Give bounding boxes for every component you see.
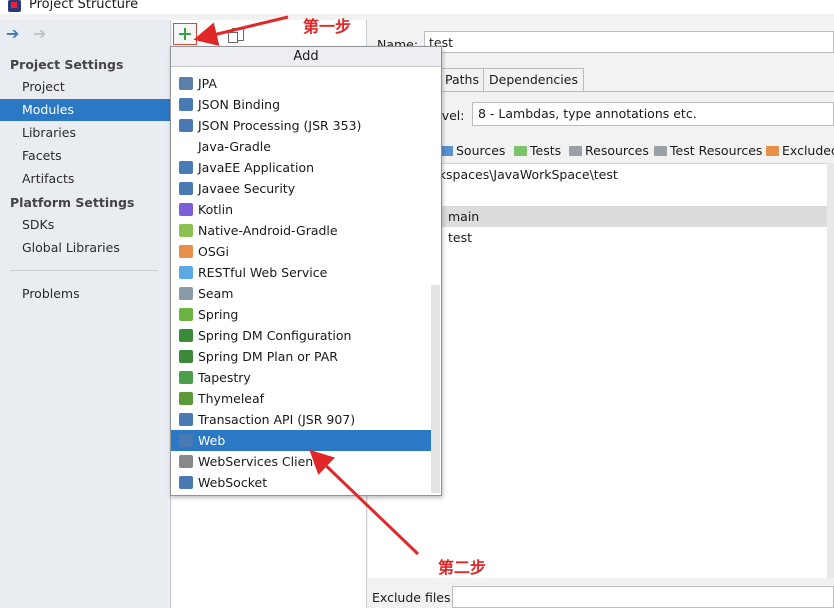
step2-arrow bbox=[309, 449, 420, 556]
step1-arrow bbox=[193, 15, 289, 46]
annotation-arrows bbox=[193, 15, 420, 556]
